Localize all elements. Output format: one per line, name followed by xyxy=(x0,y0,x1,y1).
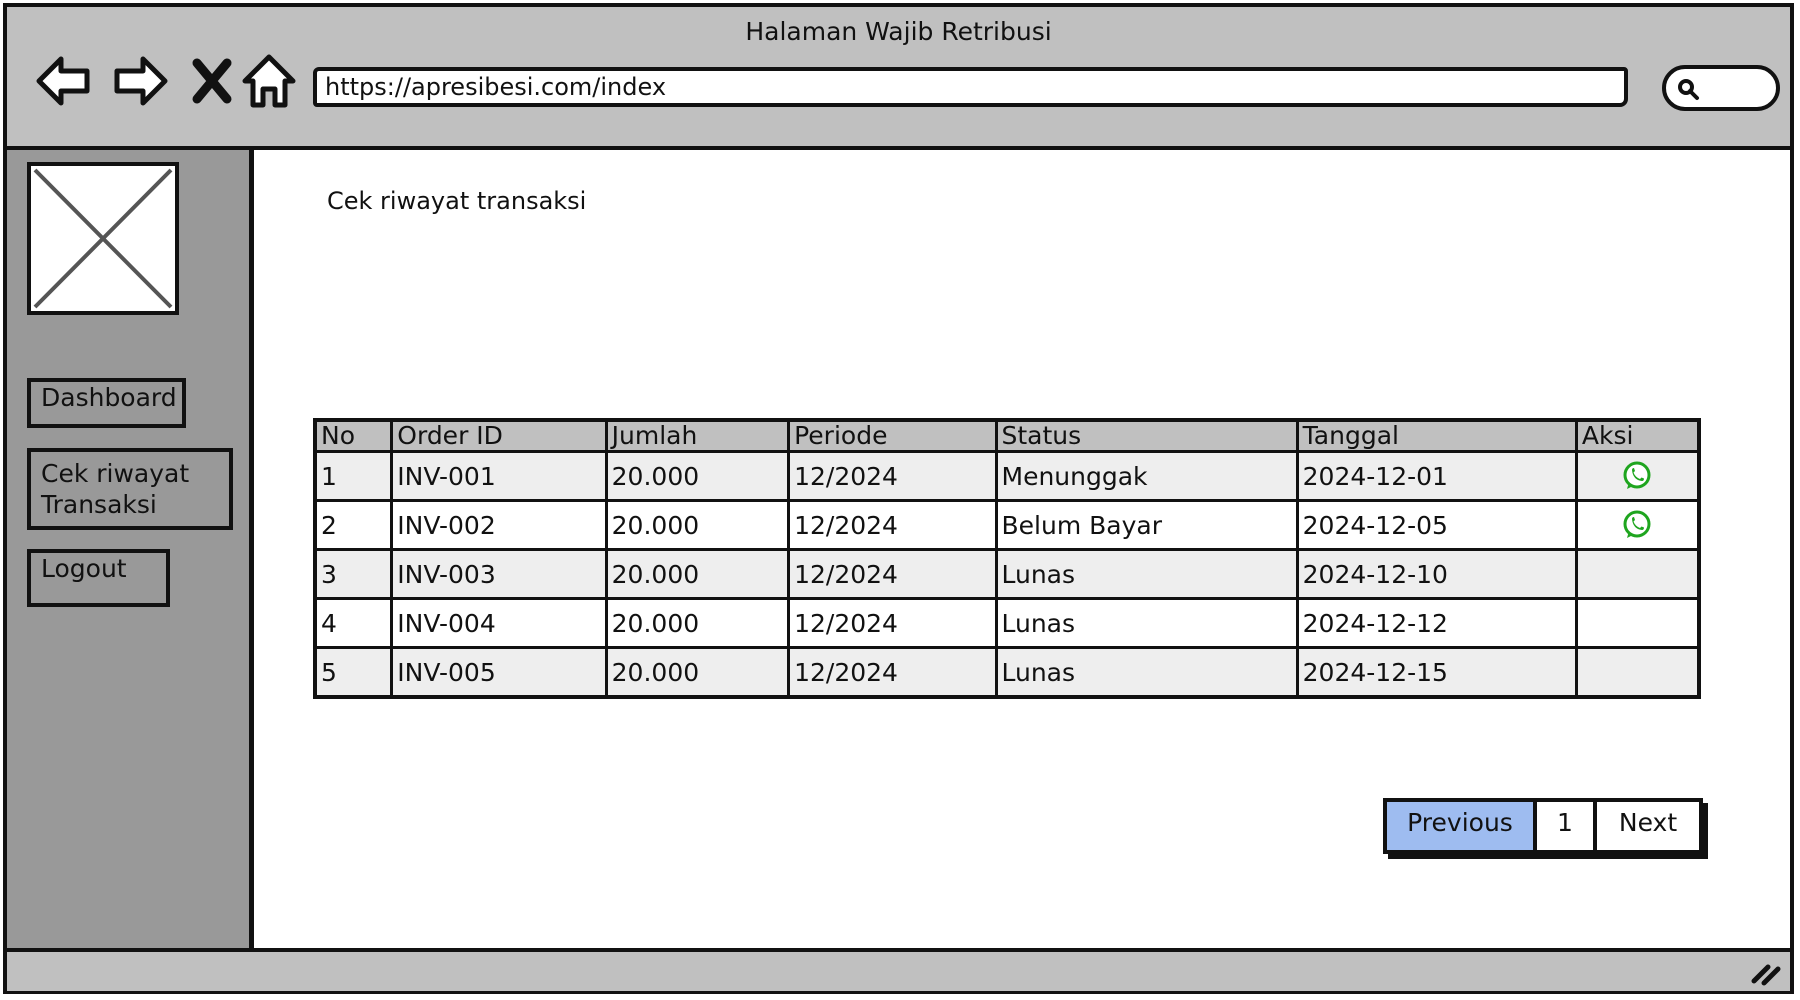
cell-order-id: INV-005 xyxy=(390,646,608,699)
address-bar[interactable]: https://apresibesi.com/index xyxy=(313,67,1628,107)
table-header-row: No Order ID Jumlah Periode Status Tangga… xyxy=(313,418,1701,453)
cell-order-id: INV-003 xyxy=(390,548,608,600)
image-placeholder-icon xyxy=(33,168,173,309)
column-header-order-id: Order ID xyxy=(390,418,608,453)
table-row: 4 INV-004 20.000 12/2024 Lunas 2024-12-1… xyxy=(313,597,1701,649)
sidebar-item-logout[interactable]: Logout xyxy=(27,549,170,607)
cell-periode: 12/2024 xyxy=(787,499,998,551)
table-row: 2 INV-002 20.000 12/2024 Belum Bayar 202… xyxy=(313,499,1701,551)
browser-toolbar: Halaman Wajib Retribusi https://apresibe… xyxy=(7,7,1790,150)
transaction-table: No Order ID Jumlah Periode Status Tangga… xyxy=(313,418,1701,699)
browser-search-input[interactable] xyxy=(1662,65,1780,111)
forward-arrow-icon[interactable] xyxy=(109,51,169,111)
cell-aksi xyxy=(1574,499,1701,551)
cell-aksi xyxy=(1574,646,1701,699)
cell-tanggal: 2024-12-10 xyxy=(1295,548,1578,600)
cell-periode: 12/2024 xyxy=(787,646,998,699)
cell-tanggal: 2024-12-15 xyxy=(1295,646,1578,699)
table-row: 5 INV-005 20.000 12/2024 Lunas 2024-12-1… xyxy=(313,646,1701,699)
cell-status: Lunas xyxy=(994,548,1299,600)
cell-no: 1 xyxy=(313,450,394,502)
status-bar xyxy=(7,948,1790,991)
cell-tanggal: 2024-12-05 xyxy=(1295,499,1578,551)
sidebar: Dashboard Cek riwayat Transaksi Logout xyxy=(7,150,254,948)
cell-status: Lunas xyxy=(994,646,1299,699)
cell-no: 5 xyxy=(313,646,394,699)
logo-placeholder xyxy=(27,162,179,315)
sidebar-item-cek-riwayat-transaksi[interactable]: Cek riwayat Transaksi xyxy=(27,448,233,530)
cell-status: Belum Bayar xyxy=(994,499,1299,551)
table-row: 3 INV-003 20.000 12/2024 Lunas 2024-12-1… xyxy=(313,548,1701,600)
cell-tanggal: 2024-12-12 xyxy=(1295,597,1578,649)
cell-no: 4 xyxy=(313,597,394,649)
cell-jumlah: 20.000 xyxy=(604,646,791,699)
whatsapp-icon[interactable] xyxy=(1621,509,1653,541)
cell-aksi xyxy=(1574,548,1701,600)
cell-jumlah: 20.000 xyxy=(604,548,791,600)
close-icon[interactable] xyxy=(183,51,243,111)
cell-tanggal: 2024-12-01 xyxy=(1295,450,1578,502)
column-header-no: No xyxy=(313,418,394,453)
window-title: Halaman Wajib Retribusi xyxy=(745,17,1052,46)
cell-jumlah: 20.000 xyxy=(604,450,791,502)
cell-status: Lunas xyxy=(994,597,1299,649)
cell-order-id: INV-001 xyxy=(390,450,608,502)
column-header-aksi: Aksi xyxy=(1574,418,1701,453)
whatsapp-icon[interactable] xyxy=(1621,460,1653,492)
browser-window: Halaman Wajib Retribusi https://apresibe… xyxy=(3,3,1794,994)
cell-jumlah: 20.000 xyxy=(604,597,791,649)
page-title: Cek riwayat transaksi xyxy=(327,187,587,215)
sidebar-item-dashboard[interactable]: Dashboard xyxy=(27,378,186,428)
search-icon xyxy=(1678,79,1699,100)
column-header-jumlah: Jumlah xyxy=(604,418,791,453)
column-header-periode: Periode xyxy=(787,418,998,453)
cell-status: Menunggak xyxy=(994,450,1299,502)
back-arrow-icon[interactable] xyxy=(35,51,95,111)
cell-periode: 12/2024 xyxy=(787,548,998,600)
cell-no: 2 xyxy=(313,499,394,551)
pagination-next-button[interactable]: Next xyxy=(1597,802,1699,850)
resize-grip-icon[interactable] xyxy=(1750,957,1784,987)
cell-aksi xyxy=(1574,450,1701,502)
pagination-previous-button[interactable]: Previous xyxy=(1387,802,1537,850)
cell-no: 3 xyxy=(313,548,394,600)
cell-jumlah: 20.000 xyxy=(604,499,791,551)
column-header-tanggal: Tanggal xyxy=(1295,418,1578,453)
home-icon[interactable] xyxy=(239,51,299,111)
table-row: 1 INV-001 20.000 12/2024 Menunggak 2024-… xyxy=(313,450,1701,502)
pagination: Previous 1 Next xyxy=(1383,798,1703,854)
pagination-page-1[interactable]: 1 xyxy=(1537,802,1597,850)
column-header-status: Status xyxy=(994,418,1299,453)
cell-periode: 12/2024 xyxy=(787,450,998,502)
cell-periode: 12/2024 xyxy=(787,597,998,649)
cell-aksi xyxy=(1574,597,1701,649)
cell-order-id: INV-004 xyxy=(390,597,608,649)
cell-order-id: INV-002 xyxy=(390,499,608,551)
